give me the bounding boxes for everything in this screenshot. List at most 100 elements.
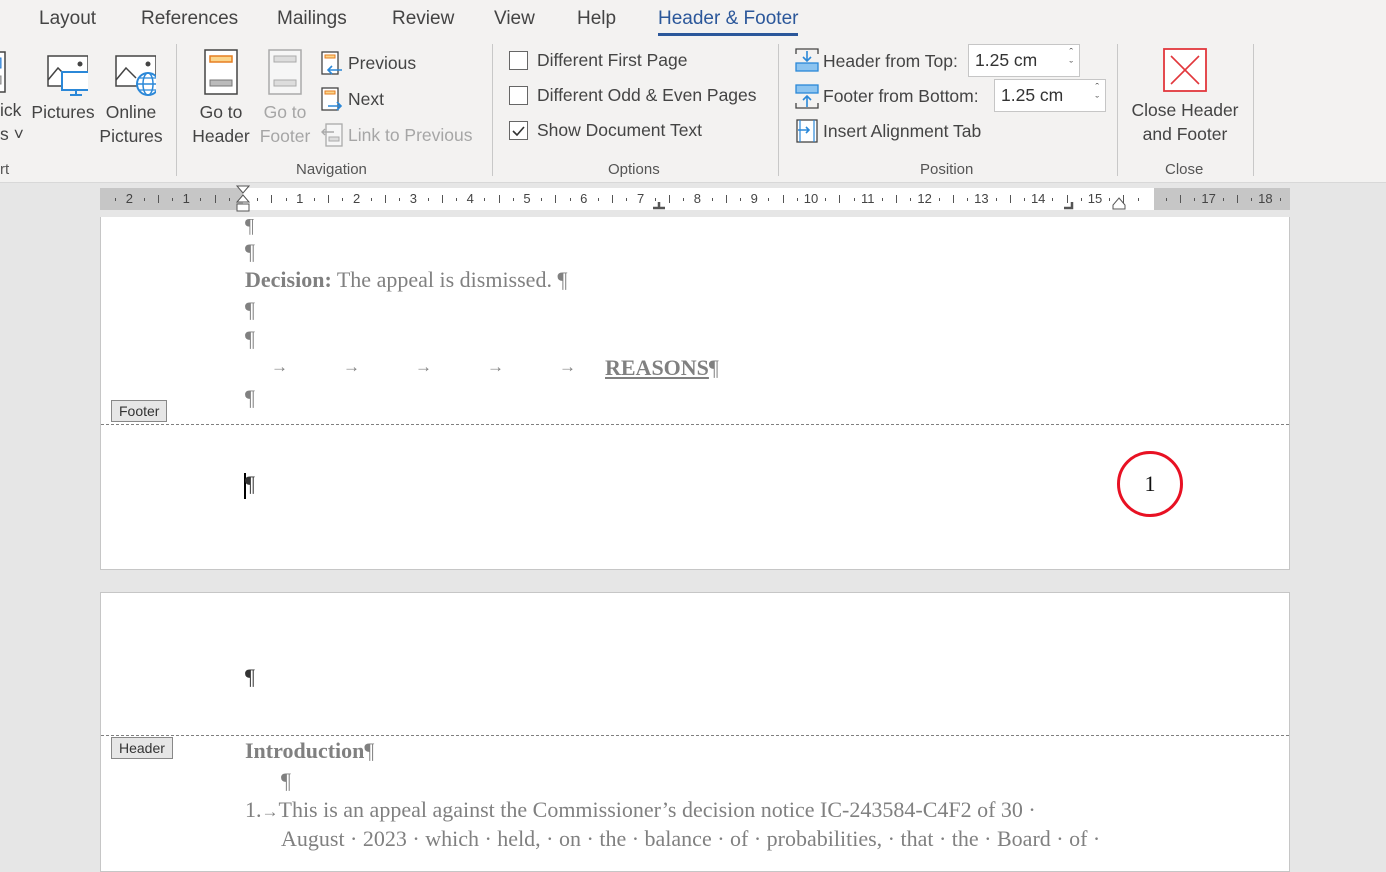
ruler-tick: [1109, 197, 1110, 201]
paragraph-1-text-2: August · 2023 · which · held, · on · the…: [281, 826, 1101, 851]
quick-parts-label-2[interactable]: s ˅: [0, 124, 24, 145]
online-pictures-button[interactable]: Online Pictures: [98, 48, 164, 148]
ruler-tick: [783, 195, 784, 203]
different-odd-even-pages-checkbox[interactable]: Different Odd & Even Pages: [509, 85, 757, 106]
tab-arrow: →: [559, 357, 576, 376]
ruler-tick: [1081, 197, 1082, 201]
ruler-number: 15: [1087, 191, 1103, 206]
ruler-tick: [442, 195, 443, 203]
spin-up-icon[interactable]: ˆ: [1069, 47, 1073, 59]
ruler-number: 1: [296, 191, 304, 206]
insert-alignment-tab-label: Insert Alignment Tab: [823, 120, 982, 141]
pictures-button[interactable]: Pictures: [31, 48, 95, 124]
spin-down-icon[interactable]: ˇ: [1095, 95, 1099, 107]
quick-parts-label-1[interactable]: ick: [0, 100, 21, 121]
show-document-text-checkbox[interactable]: Show Document Text: [509, 120, 702, 141]
pilcrow: ¶: [708, 355, 719, 380]
decision-paragraph: Decision: The appeal is dismissed. ¶: [245, 267, 567, 293]
ruler-tick: [1024, 197, 1025, 201]
center-tab-stop-icon[interactable]: [652, 202, 666, 210]
ruler-number: 17: [1201, 191, 1216, 206]
ruler-number: 2: [352, 191, 361, 206]
horizontal-ruler[interactable]: 2 1 1 2 3 4 5 6 7 8 9 10 11 12 13 14 15 17 18: [100, 185, 1290, 212]
group-separator: [778, 44, 779, 176]
ruler-tick: [286, 197, 287, 201]
header-from-top-spinner[interactable]: 1.25 cm ˆˇ: [968, 44, 1080, 77]
tab-view[interactable]: View: [494, 8, 535, 30]
header-pilcrow[interactable]: ¶: [245, 664, 255, 690]
tab-review[interactable]: Review: [392, 8, 454, 30]
ruler-tick: [172, 197, 173, 201]
ruler-tick: [939, 197, 940, 201]
previous-button[interactable]: Previous: [320, 48, 416, 78]
ruler-number: 3: [409, 191, 418, 206]
tab-layout[interactable]: Layout: [39, 8, 96, 30]
checkbox-box[interactable]: [509, 51, 528, 70]
spin-up-icon[interactable]: ˆ: [1095, 82, 1099, 94]
online-pictures-label-1: Online: [105, 102, 157, 122]
pilcrow: ¶: [557, 267, 568, 292]
ruler-tick: [115, 197, 116, 201]
ribbon-tabs: Layout References Mailings Review View H…: [0, 6, 1386, 36]
ruler-tick: [726, 195, 727, 203]
tab-references[interactable]: References: [141, 8, 238, 30]
ruler-tick: [1166, 197, 1167, 201]
footer-tag: Footer: [111, 400, 168, 422]
go-to-footer-label-1: Go to: [263, 102, 307, 122]
next-button[interactable]: Next: [320, 84, 384, 114]
different-odd-even-label: Different Odd & Even Pages: [537, 85, 757, 105]
pilcrow: ¶: [245, 239, 255, 264]
go-to-footer-button[interactable]: Go to Footer: [256, 48, 314, 148]
introduction-heading: Introduction: [245, 738, 365, 763]
paragraph-1-line-1: 1.→This is an appeal against the Commiss…: [245, 797, 1036, 823]
right-tab-stop-icon[interactable]: [1064, 202, 1074, 210]
footer-from-bottom-spinner[interactable]: 1.25 cm ˆˇ: [994, 79, 1106, 112]
tab-header-footer[interactable]: Header & Footer: [658, 8, 799, 36]
ruler-number: 14: [1030, 191, 1046, 206]
ruler-tick: [1223, 197, 1224, 201]
spinner-arrows[interactable]: ˆˇ: [1095, 82, 1099, 108]
tab-help[interactable]: Help: [577, 8, 616, 30]
spin-down-icon[interactable]: ˇ: [1069, 60, 1073, 72]
ruler-tick: [229, 197, 230, 201]
go-to-header-button[interactable]: Go to Header: [190, 48, 252, 148]
different-first-page-checkbox[interactable]: Different First Page: [509, 50, 687, 71]
ruler-tick: [797, 197, 798, 201]
checkbox-box[interactable]: [509, 86, 528, 105]
footer-pilcrow[interactable]: ¶: [245, 471, 255, 497]
spinner-arrows[interactable]: ˆˇ: [1069, 47, 1073, 73]
go-to-footer-icon: [268, 49, 302, 95]
ruler-number: 8: [693, 191, 702, 206]
footer-from-bottom-value[interactable]: 1.25 cm: [1001, 85, 1063, 106]
footer-from-bottom-label-row: Footer from Bottom:: [795, 81, 979, 111]
header-from-top-value[interactable]: 1.25 cm: [975, 50, 1037, 71]
checkbox-box-checked[interactable]: [509, 121, 528, 140]
ruler-number: 6: [580, 191, 588, 206]
ruler-tick: [683, 197, 684, 201]
ruler-tick: [669, 195, 670, 203]
page-number-circle[interactable]: 1: [1117, 451, 1183, 517]
ruler-tick: [967, 197, 968, 201]
ruler-number: 7: [636, 191, 645, 206]
indent-marker-icon[interactable]: [236, 185, 250, 215]
group-separator: [1117, 44, 1118, 176]
close-header-footer-button[interactable]: Close Header and Footer: [1128, 48, 1242, 146]
ruler-tick: [456, 197, 457, 201]
ruler-tick: [399, 197, 400, 201]
header-from-top-label: Header from Top:: [823, 50, 958, 71]
insert-alignment-tab-button[interactable]: Insert Alignment Tab: [795, 116, 981, 146]
ruler-tick: [1138, 197, 1139, 201]
link-to-previous-button[interactable]: Link to Previous: [320, 120, 473, 150]
previous-label: Previous: [348, 52, 417, 73]
tab-mailings[interactable]: Mailings: [277, 8, 347, 30]
reasons-heading: REASONS: [605, 355, 709, 380]
close-header-footer-label-2: and Footer: [1142, 124, 1228, 144]
header-from-top-label-row: Header from Top:: [795, 46, 958, 76]
ruler-tick: [314, 197, 315, 201]
quick-parts-button[interactable]: [0, 48, 22, 100]
ruler-tick: [996, 197, 997, 201]
next-label: Next: [348, 88, 384, 109]
ruler-tick: [513, 197, 514, 201]
ruler-tick: [740, 197, 741, 201]
go-to-header-icon: [204, 49, 238, 95]
